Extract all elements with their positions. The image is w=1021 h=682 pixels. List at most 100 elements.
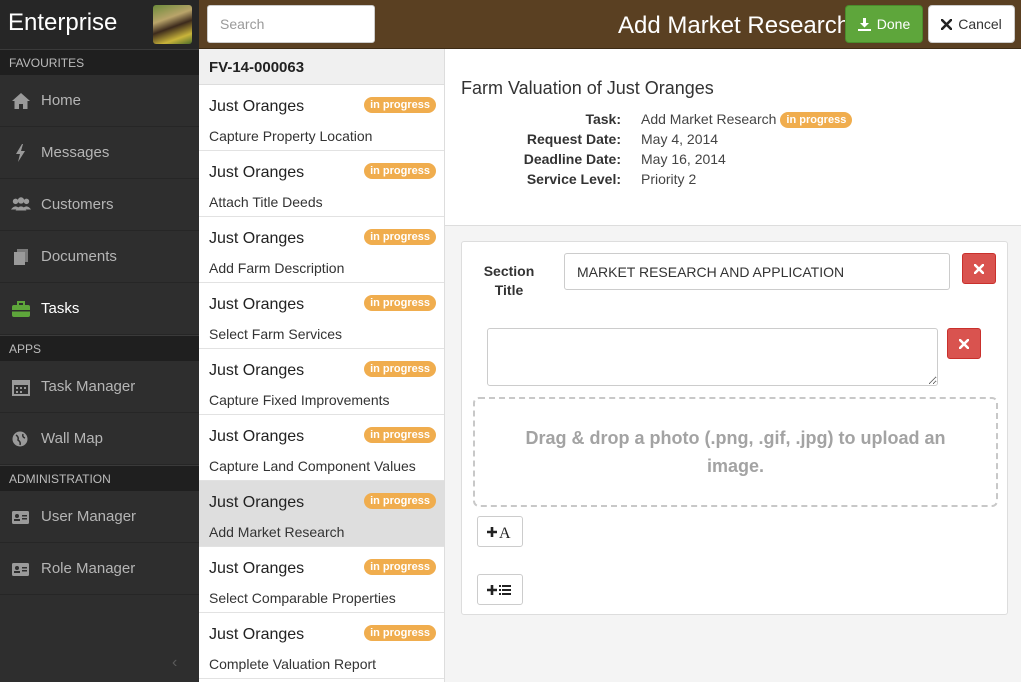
task-name: Capture Fixed Improvements (209, 392, 390, 408)
briefcase-icon (12, 301, 30, 317)
nav-item-label: Messages (41, 144, 110, 161)
task-list: FV-14-000063 Just Oranges in progress Capt… (199, 49, 445, 682)
deadline-date-value: May 16, 2014 (641, 151, 726, 167)
task-row: Task: Add Market Research in progress (445, 111, 1021, 131)
nav-item-wall-map[interactable]: Wall Map (0, 413, 199, 465)
delete-paragraph-button[interactable] (947, 328, 981, 359)
nav-item-user-manager[interactable]: User Manager (0, 491, 199, 543)
collapse-sidebar-icon[interactable]: ‹ (172, 654, 177, 672)
status-badge: in progress (364, 163, 436, 179)
nav-item-home[interactable]: Home (0, 75, 199, 127)
id-card-icon (12, 563, 29, 576)
nav-item-messages[interactable]: Messages (0, 127, 199, 179)
request-date-value: May 4, 2014 (641, 131, 719, 147)
nav-section-favourites: FAVOURITES (0, 49, 199, 75)
task-name: Add Market Research (209, 524, 345, 540)
lightning-icon (16, 144, 25, 162)
task-customer: Just Oranges (209, 164, 305, 181)
status-badge: in progress (364, 229, 436, 245)
task-list-item[interactable]: Just Oranges in progress Capture Land Comp… (199, 415, 444, 481)
detail-title: Farm Valuation of Just Oranges (461, 78, 714, 98)
add-text-icon: A (487, 525, 511, 540)
deadline-date-row: Deadline Date: May 16, 2014 (445, 151, 1021, 171)
avatar[interactable] (153, 5, 192, 44)
nav-item-task-manager[interactable]: Task Manager (0, 361, 199, 413)
task-info-panel: Farm Valuation of Just Oranges Task: Add… (445, 49, 1021, 226)
deadline-date-label: Deadline Date: (523, 151, 621, 167)
task-name: Capture Property Location (209, 128, 373, 144)
task-label: Task: (585, 111, 621, 127)
done-label: Done (876, 16, 911, 32)
globe-icon (12, 431, 28, 447)
users-icon (11, 197, 31, 211)
photo-dropzone[interactable]: Drag & drop a photo (.png, .gif, .jpg) t… (473, 397, 998, 507)
section-title-input[interactable] (564, 253, 950, 290)
task-value-wrap: Add Market Research in progress (641, 111, 853, 128)
request-date-row: Request Date: May 4, 2014 (445, 131, 1021, 151)
id-card-icon (12, 511, 29, 524)
service-level-label: Service Level: (526, 171, 621, 187)
status-badge: in progress (780, 112, 853, 128)
nav-item-documents[interactable]: Documents (0, 231, 199, 283)
task-customer: Just Oranges (209, 296, 305, 313)
task-list-item[interactable]: Just Oranges in progress Capture Fixed Imp… (199, 349, 444, 415)
request-date-label: Request Date: (526, 131, 621, 147)
download-icon (857, 17, 871, 31)
nav-section-apps: APPS (0, 335, 199, 361)
status-badge: in progress (364, 559, 436, 575)
search-input[interactable] (207, 5, 375, 43)
close-icon (974, 263, 984, 274)
status-badge: in progress (364, 97, 436, 113)
add-text-button[interactable]: A (477, 516, 523, 547)
nav-item-tasks[interactable]: Tasks (0, 283, 199, 335)
status-badge: in progress (364, 295, 436, 311)
task-name: Select Comparable Properties (209, 590, 396, 606)
nav-item-label: Documents (41, 248, 117, 265)
task-name: Add Farm Description (209, 260, 345, 276)
close-icon (941, 18, 953, 30)
cancel-button[interactable]: Cancel (928, 5, 1015, 43)
nav-item-label: Customers (41, 196, 114, 213)
task-customer: Just Oranges (209, 362, 305, 379)
task-list-item[interactable]: Just Oranges in progress Attach Title Deed… (199, 151, 444, 217)
paragraph-textarea[interactable] (487, 328, 938, 386)
nav-item-label: Tasks (41, 300, 80, 317)
task-list-item[interactable]: Just Oranges in progress Capture Property … (199, 85, 444, 151)
home-icon (12, 93, 30, 109)
nav-item-role-manager[interactable]: Role Manager (0, 543, 199, 595)
nav-item-label: Home (41, 92, 82, 109)
task-list-item[interactable]: Just Oranges in progress Select Comparable… (199, 547, 444, 613)
delete-section-button[interactable] (962, 253, 996, 284)
nav-item-customers[interactable]: Customers (0, 179, 199, 231)
calendar-icon (12, 380, 30, 396)
done-button[interactable]: Done (845, 5, 923, 43)
service-level-value: Priority 2 (641, 171, 697, 187)
task-name: Capture Land Component Values (209, 458, 416, 474)
service-level-row: Service Level: Priority 2 (445, 171, 1021, 191)
cancel-label: Cancel (958, 16, 1002, 32)
task-customer: Just Oranges (209, 428, 305, 445)
status-badge: in progress (364, 625, 436, 641)
brand-name: Enterprise (8, 9, 118, 36)
page-title: Add Market Research (618, 12, 848, 39)
task-name: Attach Title Deeds (209, 194, 323, 210)
nav-item-label: Role Manager (41, 560, 136, 577)
task-customer: Just Oranges (209, 98, 305, 115)
task-list-item[interactable]: Just Oranges in progress Select Farm Servi… (199, 283, 444, 349)
task-name: Complete Valuation Report (209, 656, 377, 672)
sidebar: Enterprise FAVOURITES Home Messages Cust… (0, 0, 199, 682)
nav-section-administration: ADMINISTRATION (0, 465, 199, 491)
status-badge: in progress (364, 493, 436, 509)
task-list-item[interactable]: Just Oranges in progress Complete Valuatio… (199, 613, 444, 679)
task-list-item[interactable]: Just Oranges in progress Add Farm Descript… (199, 217, 444, 283)
section-title-label: Section Title (483, 263, 535, 298)
add-list-button[interactable] (477, 574, 523, 605)
documents-icon (14, 249, 28, 265)
nav-item-label: User Manager (41, 508, 137, 525)
section-editor: Section Title Drag & drop a photo (.png,… (461, 241, 1008, 615)
nav-item-label: Task Manager (41, 378, 136, 395)
status-badge: in progress (364, 361, 436, 377)
task-customer: Just Oranges (209, 626, 305, 643)
main-panel: Farm Valuation of Just Oranges Task: Add… (445, 49, 1021, 682)
task-list-item[interactable]: Just Oranges in progress Add Market Resear… (199, 481, 444, 547)
